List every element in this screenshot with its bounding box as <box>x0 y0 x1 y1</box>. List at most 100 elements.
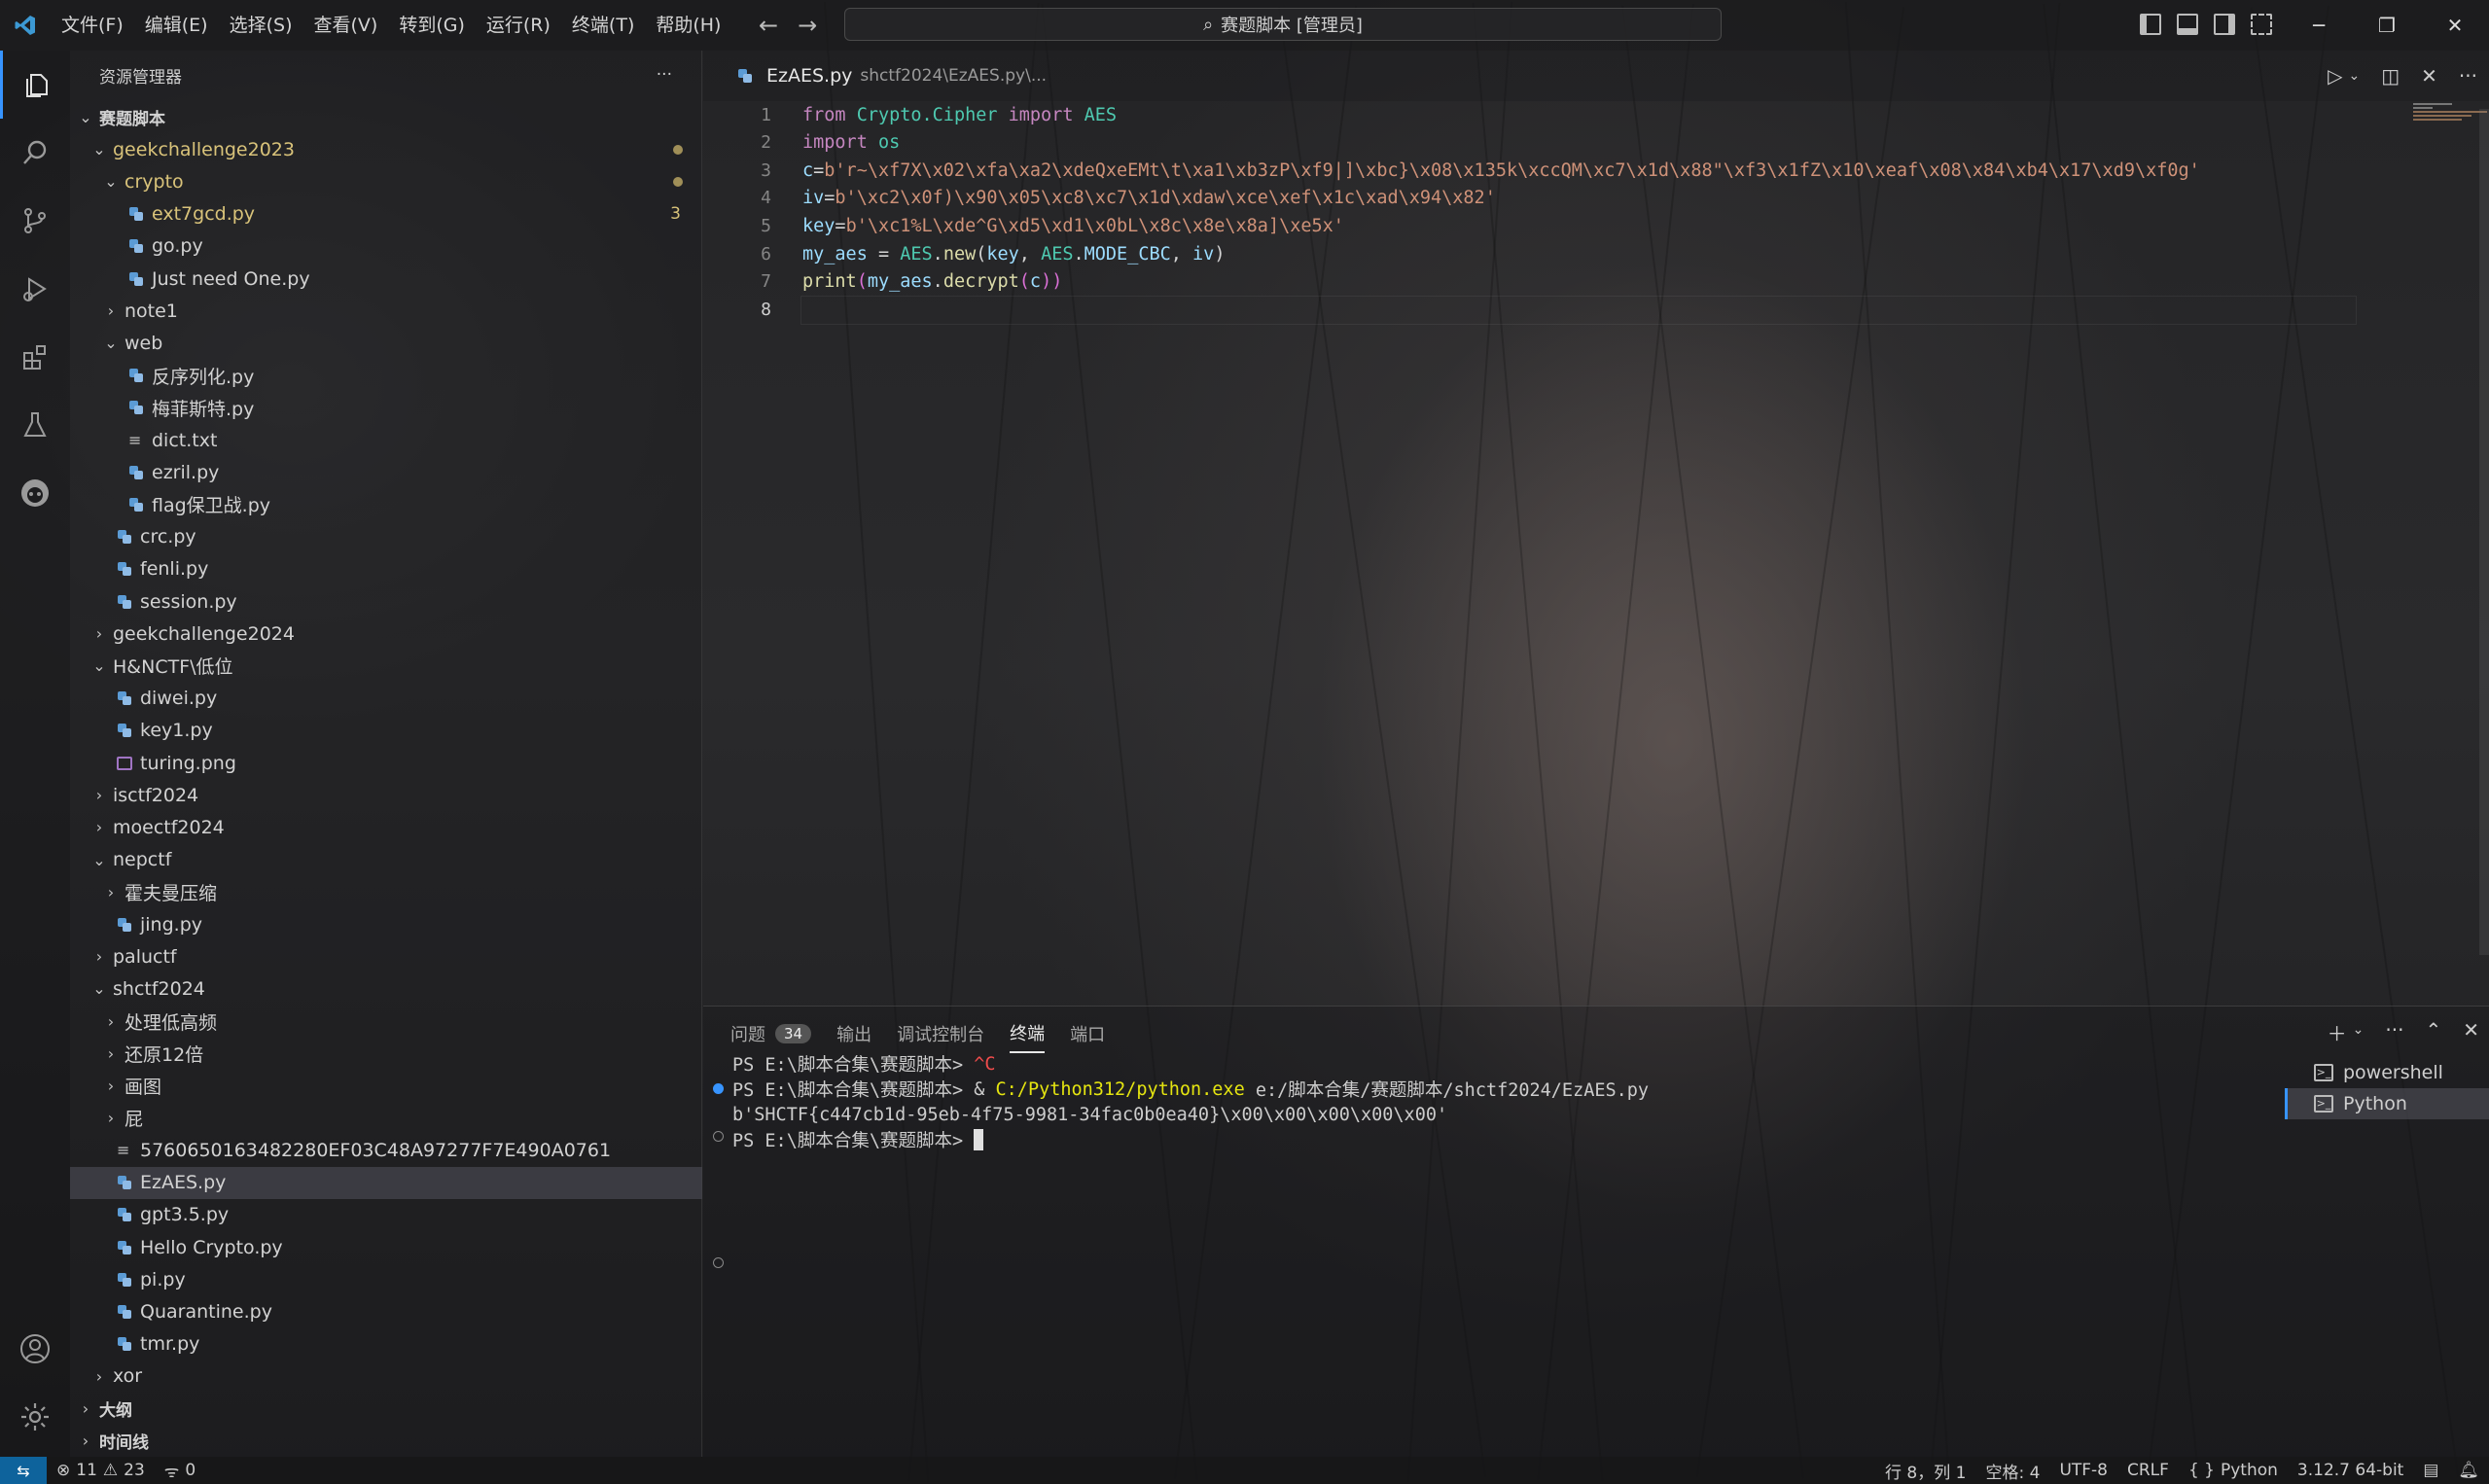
tree-file[interactable]: 反序列化.py <box>70 360 702 392</box>
tree-folder[interactable]: › geekchallenge2024 <box>70 618 702 650</box>
tree-file[interactable]: ext7gcd.py 3 <box>70 198 702 230</box>
vscode-logo-icon[interactable] <box>0 0 51 51</box>
source-control-icon[interactable] <box>0 187 70 255</box>
close-panel-icon[interactable]: ✕ <box>2463 1018 2479 1046</box>
tab-ezaes[interactable]: EzAES.py shctf2024\EzAES.py\... <box>703 51 1066 101</box>
command-center-search[interactable]: ⌕ 赛题脚本 [管理员] <box>844 8 1722 41</box>
tree-file[interactable]: EzAES.py <box>70 1166 702 1199</box>
sidebar-section[interactable]: › 时间线 <box>70 1425 702 1457</box>
tree-folder[interactable]: ⌄ nepctf <box>70 844 702 876</box>
cursor-position[interactable]: 行 8，列 1 <box>1875 1459 1975 1483</box>
tree-folder[interactable]: ⌄ web <box>70 327 702 359</box>
tree-file[interactable]: pi.py <box>70 1263 702 1295</box>
tree-folder[interactable]: ⌄ geekchallenge2023 <box>70 133 702 165</box>
back-arrow-icon[interactable]: ← <box>759 12 778 39</box>
panel-more-icon[interactable]: ··· <box>2385 1018 2403 1046</box>
tree-folder[interactable]: › xor <box>70 1360 702 1393</box>
tree-file[interactable]: gpt3.5.py <box>70 1199 702 1231</box>
tree-file[interactable]: go.py <box>70 230 702 263</box>
panel-tab[interactable]: 端口 <box>1070 1021 1105 1052</box>
tree-folder[interactable]: ⌄ shctf2024 <box>70 972 702 1005</box>
tree-file[interactable]: ezril.py <box>70 456 702 488</box>
minimize-icon[interactable]: ─ <box>2285 0 2353 51</box>
new-terminal-icon[interactable]: ＋ <box>2328 1018 2347 1046</box>
tree-file[interactable]: ≡ 5760650163482280EF03C48A97277F7E490A076… <box>70 1134 702 1166</box>
command-decoration-icon[interactable] <box>713 1083 724 1094</box>
end-of-line[interactable]: CRLF <box>2117 1461 2179 1480</box>
editor-more-icon[interactable]: ··· <box>2459 64 2477 88</box>
more-actions-icon[interactable]: ··· <box>657 65 672 85</box>
settings-gear-icon[interactable] <box>0 1383 70 1451</box>
terminal-instance[interactable]: >_ Python <box>2285 1088 2489 1119</box>
menu-item[interactable]: 文件(F) <box>51 0 134 51</box>
remote-explorer-icon[interactable] <box>0 459 70 527</box>
tree-folder[interactable]: ⌄ crypto <box>70 165 702 197</box>
run-debug-icon[interactable] <box>0 255 70 323</box>
panel-tab[interactable]: 问题 34 <box>730 1021 812 1052</box>
tree-folder[interactable]: › note1 <box>70 295 702 327</box>
tree-folder[interactable]: › 还原12倍 <box>70 1038 702 1070</box>
customize-layout-icon[interactable] <box>2251 14 2272 35</box>
tree-file[interactable]: 梅菲斯特.py <box>70 392 702 424</box>
tree-file[interactable]: Hello Crypto.py <box>70 1231 702 1263</box>
sidebar-section[interactable]: ⌄ 赛题脚本 <box>70 101 702 133</box>
tree-file[interactable]: session.py <box>70 585 702 618</box>
restore-icon[interactable]: ❐ <box>2353 0 2421 51</box>
tree-folder[interactable]: › 霍夫曼压缩 <box>70 876 702 908</box>
split-editor-icon[interactable]: ◫ <box>2381 64 2400 88</box>
menu-item[interactable]: 选择(S) <box>219 0 303 51</box>
run-file-icon[interactable]: ▷ <box>2328 64 2342 88</box>
sidebar-section[interactable]: › 大纲 <box>70 1393 702 1425</box>
close-window-icon[interactable]: ✕ <box>2421 0 2489 51</box>
extensions-icon[interactable] <box>0 323 70 391</box>
menu-item[interactable]: 编辑(E) <box>134 0 219 51</box>
tree-file[interactable]: key1.py <box>70 715 702 747</box>
search-icon[interactable] <box>0 119 70 187</box>
testing-flask-icon[interactable] <box>0 391 70 459</box>
panel-tab[interactable]: 调试控制台 <box>897 1021 984 1052</box>
terminal-instance[interactable]: >_ powershell <box>2285 1057 2489 1088</box>
menu-item[interactable]: 转到(G) <box>388 0 476 51</box>
toggle-secondary-sidebar-icon[interactable] <box>2214 14 2235 35</box>
encoding[interactable]: UTF-8 <box>2049 1461 2117 1480</box>
tree-file[interactable]: diwei.py <box>70 683 702 715</box>
tree-file[interactable]: jing.py <box>70 908 702 940</box>
menu-item[interactable]: 终端(T) <box>561 0 645 51</box>
tree-file[interactable]: ≡ dict.txt <box>70 424 702 456</box>
notifications-bell-icon[interactable]: 🔔︎ <box>2448 1461 2489 1480</box>
tree-file[interactable]: Quarantine.py <box>70 1295 702 1327</box>
editor-scrollbar[interactable] <box>2479 109 2489 955</box>
tree-folder[interactable]: › isctf2024 <box>70 779 702 811</box>
tree-file[interactable]: crc.py <box>70 521 702 553</box>
command-decoration-icon[interactable] <box>713 1131 724 1142</box>
tree-folder[interactable]: › paluctf <box>70 940 702 972</box>
indentation[interactable]: 空格: 4 <box>1975 1459 2049 1483</box>
tree-file[interactable]: fenli.py <box>70 553 702 585</box>
run-dropdown-icon[interactable]: ⌄ <box>2349 68 2361 88</box>
forward-arrow-icon[interactable]: → <box>798 12 817 39</box>
feedback-icon[interactable]: ▤ <box>2413 1461 2448 1480</box>
tree-file[interactable]: flag保卫战.py <box>70 488 702 520</box>
menu-item[interactable]: 运行(R) <box>476 0 561 51</box>
menu-item[interactable]: 帮助(H) <box>645 0 731 51</box>
account-icon[interactable] <box>0 1315 70 1383</box>
close-tab-icon[interactable]: ✕ <box>2421 64 2437 88</box>
python-interpreter[interactable]: 3.12.7 64-bit <box>2288 1461 2413 1480</box>
tree-folder[interactable]: › 画图 <box>70 1070 702 1102</box>
tree-file[interactable]: Just need One.py <box>70 263 702 295</box>
problems-status[interactable]: ⊗ 11 ⚠ 23 <box>47 1461 155 1480</box>
panel-tab[interactable]: 输出 <box>836 1021 871 1052</box>
toggle-primary-sidebar-icon[interactable] <box>2140 14 2161 35</box>
code-editor[interactable]: 1 from Crypto.Cipher import AES 2 import os… <box>703 101 2489 1006</box>
terminal-dropdown-icon[interactable]: ⌄ <box>2353 1022 2365 1046</box>
tree-folder[interactable]: › moectf2024 <box>70 811 702 843</box>
minimap[interactable] <box>2411 101 2489 159</box>
toggle-panel-icon[interactable] <box>2177 14 2198 35</box>
tree-file[interactable]: turing.png <box>70 747 702 779</box>
tree-folder[interactable]: ⌄ H&NCTF\低位 <box>70 650 702 682</box>
tree-folder[interactable]: › 处理低高频 <box>70 1006 702 1038</box>
explorer-icon[interactable] <box>0 51 70 119</box>
language-mode[interactable]: { } Python <box>2179 1461 2288 1480</box>
tree-file[interactable]: tmr.py <box>70 1328 702 1360</box>
maximize-panel-icon[interactable]: ⌃ <box>2425 1018 2441 1046</box>
